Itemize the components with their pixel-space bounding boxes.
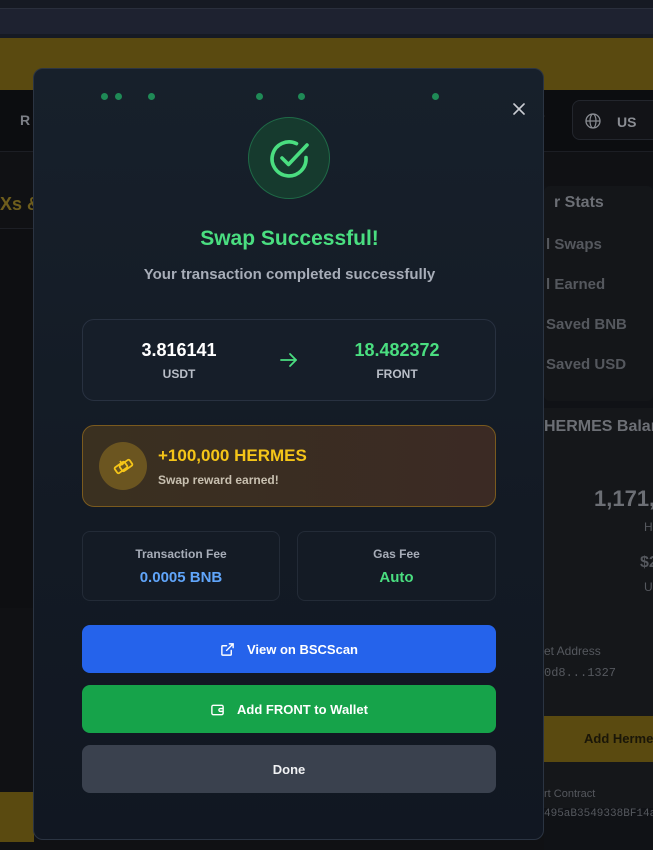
contract-label: rt Contract	[544, 788, 596, 800]
view-on-bscscan-button[interactable]: View on BSCScan	[82, 625, 496, 673]
stat-row: l Earned	[546, 276, 606, 293]
reward-banner: +100,000 HERMES Swap reward earned!	[82, 425, 496, 507]
confetti-dot	[148, 93, 155, 100]
right-sidebar: r Stats l Swaps l Earned Saved BNB Saved…	[544, 186, 653, 850]
modal-title: Swap Successful!	[200, 227, 379, 250]
done-button[interactable]: Done	[82, 745, 496, 793]
reward-amount: +100,000 HERMES	[158, 446, 307, 465]
confetti-dot	[432, 93, 439, 100]
close-icon	[513, 103, 525, 115]
balance-title: HERMES Balan	[544, 418, 653, 435]
balance-unit: H	[644, 520, 653, 534]
done-label: Done	[272, 761, 306, 777]
stat-row: Saved USD	[546, 356, 627, 373]
confetti-dot	[256, 93, 263, 100]
swap-success-modal: Swap Successful! Your transaction comple…	[33, 68, 544, 840]
modal-subtitle: Your transaction completed successfully	[143, 266, 436, 283]
add-front-to-wallet-label: Add FRONT to Wallet	[237, 701, 368, 717]
confetti-dot	[115, 93, 122, 100]
gas-fee-label: Gas Fee	[373, 547, 420, 561]
transaction-fee-label: Transaction Fee	[135, 547, 227, 561]
reward-coin	[99, 442, 147, 490]
stat-row: l Swaps	[546, 236, 602, 253]
balance-usd-unit: U	[644, 580, 653, 594]
gas-fee-card: Gas Fee Auto	[297, 531, 496, 601]
language-code: US	[617, 114, 637, 130]
confetti-dot	[298, 93, 305, 100]
wallet-icon	[211, 704, 224, 715]
balance-usd: $2	[640, 554, 653, 571]
success-badge	[248, 117, 330, 199]
wallet-address-value: 0d8...1327	[544, 666, 617, 680]
top-strip	[0, 8, 653, 34]
add-hermes-button[interactable]: Add Herme	[544, 716, 653, 762]
stat-row: Saved BNB	[546, 316, 627, 333]
globe-icon	[585, 113, 601, 129]
wallet-address-label: et Address	[544, 644, 601, 658]
to-amount: 18.482372	[354, 340, 440, 360]
transaction-fee-card: Transaction Fee 0.0005 BNB	[82, 531, 280, 601]
swap-summary: 3.816141 USDT 18.482372 FRONT	[82, 319, 496, 401]
coins-icon	[113, 458, 134, 475]
gas-fee-value: Auto	[379, 569, 414, 586]
check-circle-icon	[270, 140, 309, 178]
browser-top-bar	[0, 0, 653, 38]
close-button[interactable]	[509, 99, 529, 119]
arrow-right-icon	[280, 353, 297, 367]
from-amount: 3.816141	[141, 340, 217, 360]
balance-value: 1,171,4	[594, 486, 653, 511]
from-symbol: USDT	[162, 367, 196, 381]
to-symbol: FRONT	[376, 367, 418, 381]
stats-heading: r Stats	[554, 194, 604, 211]
view-on-bscscan-label: View on BSCScan	[246, 641, 358, 657]
external-link-icon	[221, 642, 234, 656]
transaction-fee-value: 0.0005 BNB	[139, 569, 223, 586]
confetti-dot	[101, 93, 108, 100]
add-front-to-wallet-button[interactable]: Add FRONT to Wallet	[82, 685, 496, 733]
add-hermes-label: Add Herme	[584, 731, 653, 746]
left-panel	[0, 228, 34, 608]
left-bottom-button	[0, 792, 34, 842]
reward-description: Swap reward earned!	[158, 473, 279, 487]
language-selector[interactable]: US	[572, 100, 653, 140]
nav-item[interactable]: R	[20, 112, 30, 128]
contract-value: 495aB3549338BF14a	[544, 808, 653, 820]
